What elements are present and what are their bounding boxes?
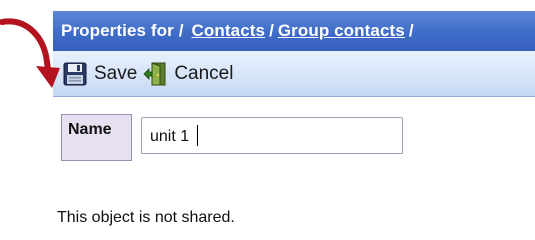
- name-label-cell: Name: [61, 114, 132, 161]
- name-label: Name: [68, 121, 112, 138]
- properties-window: Properties for / Contacts / Group contac…: [0, 0, 535, 240]
- title-bar: Properties for / Contacts / Group contac…: [53, 11, 535, 51]
- breadcrumb-contacts[interactable]: Contacts: [192, 21, 266, 41]
- breadcrumb-group-contacts[interactable]: Group contacts: [278, 21, 405, 41]
- curved-arrow-icon: [0, 18, 60, 88]
- cancel-button[interactable]: Cancel: [143, 61, 234, 86]
- cancel-label: Cancel: [174, 62, 234, 84]
- sharing-status-text: This object is not shared.: [57, 209, 235, 226]
- breadcrumb-separator: /: [269, 21, 274, 40]
- toolbar: Save Cancel: [53, 51, 535, 97]
- name-input[interactable]: [141, 117, 403, 154]
- text-cursor: [197, 125, 198, 146]
- door-exit-icon: [143, 61, 167, 86]
- breadcrumb-trailing-separator: /: [408, 21, 414, 40]
